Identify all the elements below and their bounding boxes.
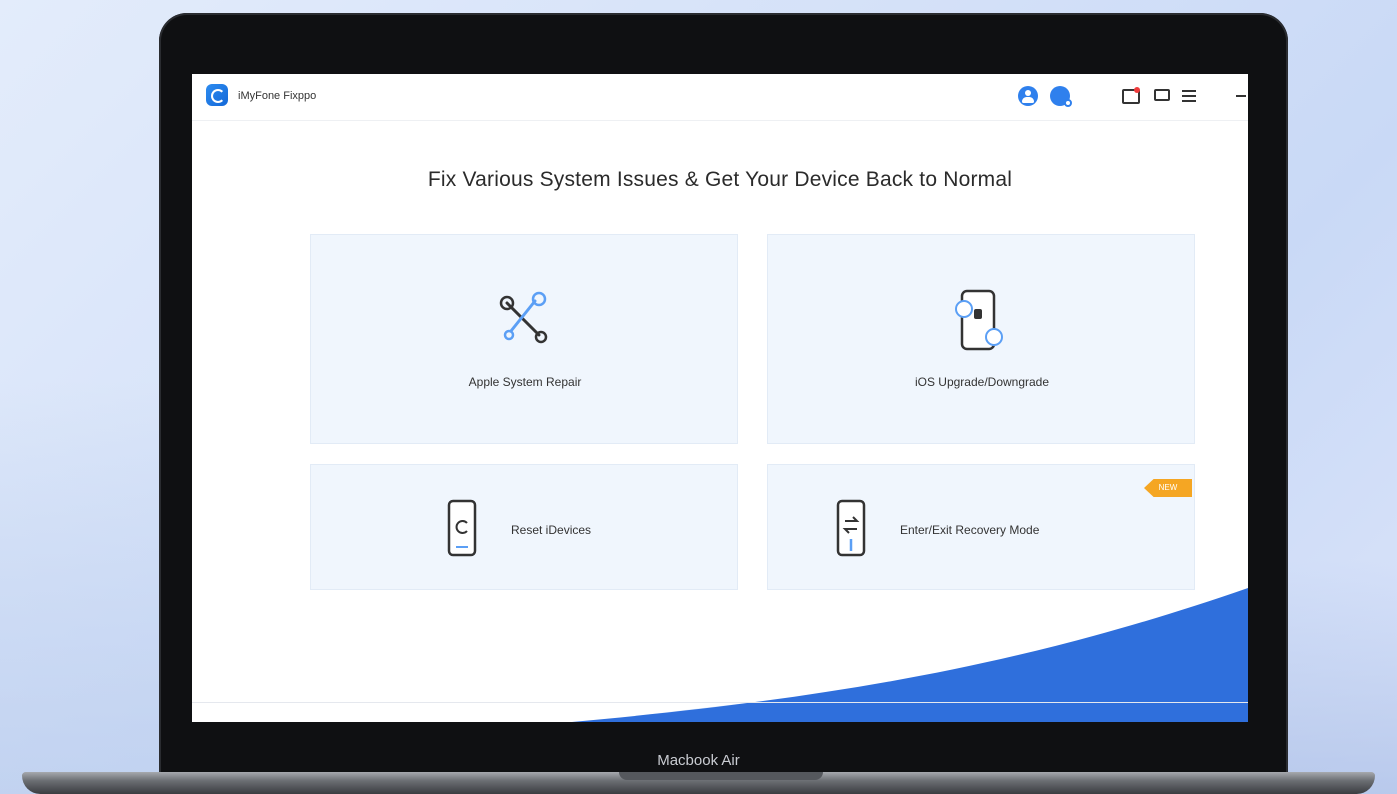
chat-icon[interactable] [1154, 89, 1170, 103]
phone-reset-icon [447, 499, 477, 557]
repair-tools-icon [499, 291, 548, 344]
card-reset-idevices[interactable]: Reset iDevices [310, 464, 738, 590]
search-user-icon[interactable] [1050, 86, 1072, 107]
device-label: Macbook Air [657, 752, 740, 769]
phone-recovery-icon [836, 499, 866, 557]
app-name: iMyFone Fixppo [238, 90, 317, 102]
card-label: Apple System Repair [468, 375, 582, 389]
title-bar: iMyFone Fixppo [192, 74, 1248, 121]
phone-upgrade-icon [955, 289, 1003, 351]
menu-icon[interactable] [1182, 90, 1196, 102]
app-logo-icon [206, 84, 228, 106]
card-label: Enter/Exit Recovery Mode [900, 523, 1040, 537]
app-window: iMyFone Fixppo Fix Various System Issues… [192, 74, 1248, 722]
card-label: Reset iDevices [511, 523, 592, 537]
card-ios-upgrade-downgrade[interactable]: iOS Upgrade/Downgrade [767, 234, 1195, 444]
mail-icon[interactable] [1122, 87, 1140, 104]
minimize-icon[interactable] [1236, 95, 1246, 97]
new-badge: NEW [1144, 479, 1192, 497]
decorative-wave [572, 588, 1248, 722]
card-apple-system-repair[interactable]: Apple System Repair [310, 234, 738, 444]
page-title: Fix Various System Issues & Get Your Dev… [427, 168, 1013, 191]
card-label: iOS Upgrade/Downgrade [914, 375, 1050, 389]
divider [192, 702, 1248, 703]
user-icon[interactable] [1018, 86, 1038, 106]
card-enter-exit-recovery-mode[interactable]: Enter/Exit Recovery Mode NEW [767, 464, 1195, 590]
laptop-notch [619, 772, 823, 780]
